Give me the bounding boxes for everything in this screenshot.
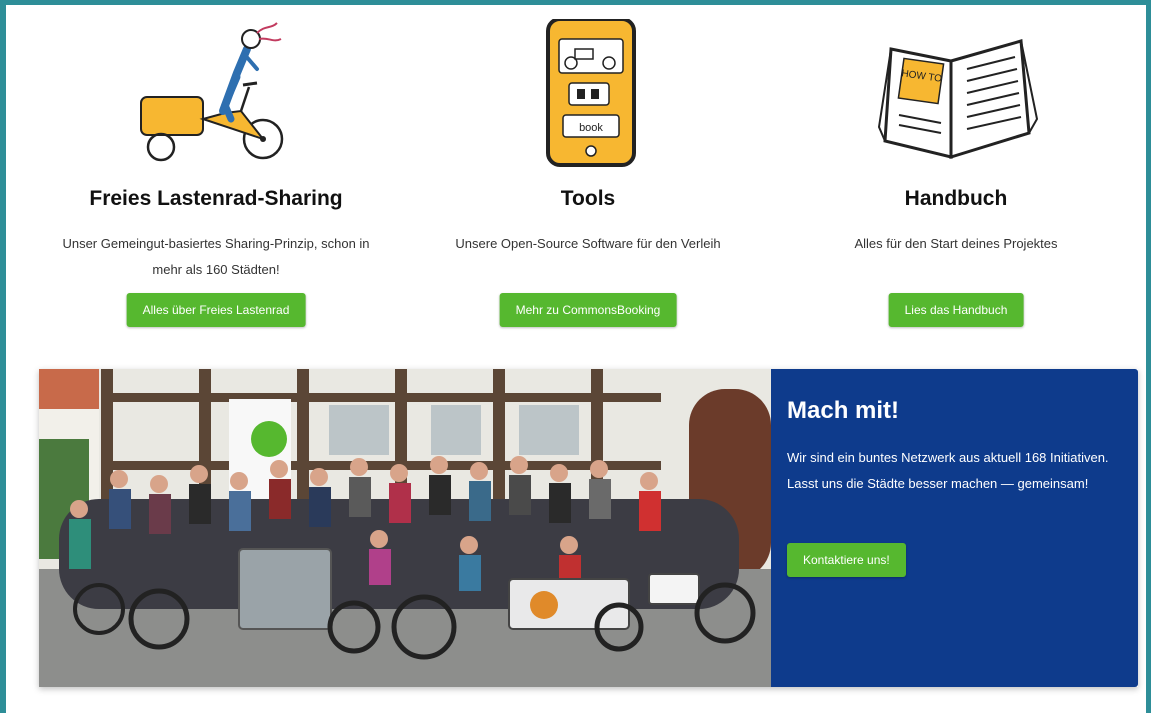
feature-title: Tools <box>560 187 616 210</box>
open-book-icon: HOW TO <box>877 39 1039 160</box>
group-photo-image <box>39 369 771 687</box>
feature-description: Alles für den Start deines Projektes <box>854 236 1058 251</box>
smartphone-icon: book <box>546 19 636 167</box>
feature-lastenrad: Freies Lastenrad-Sharing Unser Gemeingut… <box>26 5 406 355</box>
commonsbooking-button[interactable]: Mehr zu CommonsBooking <box>499 293 677 327</box>
handbuch-button[interactable]: Lies das Handbuch <box>888 293 1024 327</box>
group-photo <box>39 369 771 687</box>
phone-screen-label: book <box>579 122 603 134</box>
feature-tools: book Tools Unsere Open-Source Software f… <box>398 5 778 355</box>
feature-row: Freies Lastenrad-Sharing Unser Gemeingut… <box>6 5 1146 355</box>
feature-description: Unser Gemeingut-basiertes Sharing-Prinzi… <box>62 236 370 277</box>
join-text: Wir sind ein buntes Netzwerk aus aktuell… <box>787 450 1109 491</box>
feature-title: Handbuch <box>904 187 1008 210</box>
feature-handbuch: HOW TO Handbuch Alles für den Start dein… <box>766 5 1146 355</box>
join-banner: Mach mit! Wir sind ein buntes Netzwerk a… <box>39 369 1138 687</box>
page: Freies Lastenrad-Sharing Unser Gemeingut… <box>6 5 1146 713</box>
contact-button[interactable]: Kontaktiere uns! <box>787 543 906 577</box>
feature-title: Freies Lastenrad-Sharing <box>89 187 343 210</box>
feature-description: Unsere Open-Source Software für den Verl… <box>455 236 721 251</box>
join-panel: Mach mit! Wir sind ein buntes Netzwerk a… <box>771 369 1138 687</box>
join-title: Mach mit! <box>787 397 900 424</box>
lastenrad-info-button[interactable]: Alles über Freies Lastenrad <box>126 293 306 327</box>
cargo-bike-icon <box>140 22 284 162</box>
